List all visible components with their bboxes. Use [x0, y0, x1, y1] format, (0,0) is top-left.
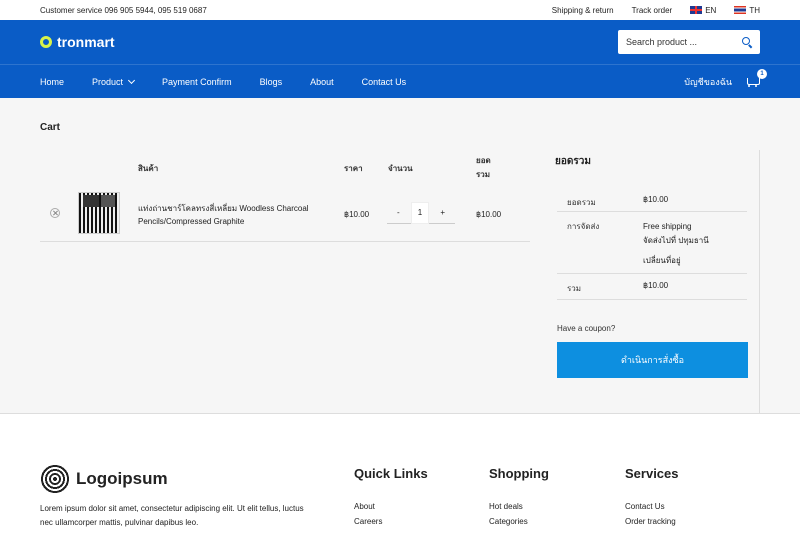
my-account-link[interactable]: บัญชีของฉัน — [684, 75, 732, 89]
remove-item-icon[interactable] — [50, 208, 60, 218]
nav-home[interactable]: Home — [40, 77, 64, 87]
footer-shopping: Shopping Hot deals Categories — [489, 466, 549, 529]
header-subtotal-2: รวม — [476, 170, 491, 179]
logo-ring-icon — [40, 36, 52, 48]
footer-quick-links: Quick Links About Careers — [354, 466, 428, 529]
logo-text: tronmart — [57, 34, 115, 50]
search-input[interactable]: Search product ... — [618, 30, 760, 54]
footer-link-about[interactable]: About — [354, 499, 428, 514]
checkout-button[interactable]: ดำเนินการสั่งซื้อ — [557, 342, 748, 378]
shipping-method: Free shipping — [643, 222, 692, 231]
product-price: ฿10.00 — [344, 210, 370, 219]
table-row: แท่งถ่านชาร์โคลทรงสี่เหลี่ยม Woodless Ch… — [40, 192, 530, 234]
change-address-link[interactable]: เปลี่ยนที่อยู่ — [643, 254, 681, 268]
lang-th-link[interactable]: TH — [734, 6, 760, 15]
header-price: ราคา — [344, 164, 363, 173]
nav-product-label: Product — [92, 76, 124, 87]
subtotal-label: ยอดรวม — [567, 198, 596, 207]
footer-description: Lorem ipsum dolor sit amet, consectetur … — [40, 504, 304, 527]
site-logo[interactable]: tronmart — [40, 34, 115, 50]
product-name-link[interactable]: แท่งถ่านชาร์โคลทรงสี่เหลี่ยม Woodless Ch… — [138, 202, 328, 228]
footer-link-contact[interactable]: Contact Us — [625, 499, 679, 514]
site-footer: Logoipsum Lorem ipsum dolor sit amet, co… — [0, 414, 800, 533]
coupon-link[interactable]: Have a coupon? — [557, 324, 615, 333]
qty-input[interactable]: 1 — [411, 201, 429, 224]
th-flag-icon — [734, 6, 747, 14]
shopping-title: Shopping — [489, 466, 549, 481]
site-header: tronmart Search product ... — [0, 20, 800, 64]
top-bar: Customer service 096 905 5944, 095 519 0… — [0, 0, 800, 20]
total-value: ฿10.00 — [643, 281, 669, 290]
shipping-label: การจัดส่ง — [567, 222, 600, 231]
footer-logo-text: Logoipsum — [76, 469, 168, 488]
cart-totals: ยอดรวม ยอดรวม ฿10.00 การจัดส่ง Free ship… — [555, 150, 760, 414]
shipping-return-link[interactable]: Shipping & return — [552, 6, 614, 15]
search-icon[interactable] — [742, 37, 752, 47]
nav-blogs[interactable]: Blogs — [260, 77, 283, 87]
totals-title: ยอดรวม — [555, 156, 591, 167]
line-subtotal: ฿10.00 — [476, 210, 502, 219]
lang-th-label: TH — [749, 5, 760, 15]
product-thumbnail[interactable] — [78, 192, 120, 234]
cart-page: Cart สินค้า ราคา จำนวน ยอด รวม แท่งถ่านช… — [0, 98, 800, 414]
main-nav: Home Product Payment Confirm Blogs About… — [0, 64, 800, 98]
totals-shipping-row: การจัดส่ง Free shipping จัดส่งไปที่ ปทุม… — [557, 212, 747, 274]
footer-link-careers[interactable]: Careers — [354, 514, 428, 529]
lang-en-link[interactable]: EN — [690, 6, 716, 15]
footer-logo[interactable]: Logoipsum — [40, 464, 168, 494]
uk-flag-icon — [690, 6, 703, 14]
lang-en-label: EN — [705, 5, 717, 15]
logoipsum-icon — [40, 464, 70, 494]
subtotal-value: ฿10.00 — [643, 195, 669, 204]
nav-product[interactable]: Product — [92, 76, 136, 87]
header-subtotal-1: ยอด — [476, 156, 491, 165]
qty-minus-button[interactable]: - — [397, 208, 400, 217]
totals-subtotal-row: ยอดรวม ฿10.00 — [557, 188, 747, 212]
cart-icon[interactable]: 1 — [746, 68, 767, 88]
services-title: Services — [625, 466, 679, 481]
chevron-down-icon — [128, 76, 136, 84]
shipping-destination: จัดส่งไปที่ ปทุมธานี — [643, 236, 709, 245]
cart-table: สินค้า ราคา จำนวน ยอด รวม แท่งถ่านชาร์โค… — [40, 150, 530, 242]
header-quantity: จำนวน — [388, 164, 413, 173]
header-product: สินค้า — [138, 164, 159, 173]
page-title: Cart — [40, 122, 61, 133]
track-order-link[interactable]: Track order — [632, 6, 673, 15]
quantity-stepper: - 1 + — [387, 201, 455, 224]
footer-link-order-tracking[interactable]: Order tracking — [625, 514, 679, 529]
total-label: รวม — [567, 284, 582, 293]
footer-services: Services Contact Us Order tracking — [625, 466, 679, 529]
footer-link-hot-deals[interactable]: Hot deals — [489, 499, 549, 514]
cart-count-badge: 1 — [757, 68, 767, 79]
nav-contact[interactable]: Contact Us — [362, 77, 407, 87]
qty-plus-button[interactable]: + — [440, 208, 445, 217]
quick-links-title: Quick Links — [354, 466, 428, 481]
totals-total-row: รวม ฿10.00 — [557, 274, 747, 300]
footer-link-categories[interactable]: Categories — [489, 514, 549, 529]
nav-payment-confirm[interactable]: Payment Confirm — [162, 77, 232, 87]
search-placeholder: Search product ... — [626, 37, 698, 47]
nav-about[interactable]: About — [310, 77, 334, 87]
customer-service-text: Customer service 096 905 5944, 095 519 0… — [40, 5, 207, 15]
